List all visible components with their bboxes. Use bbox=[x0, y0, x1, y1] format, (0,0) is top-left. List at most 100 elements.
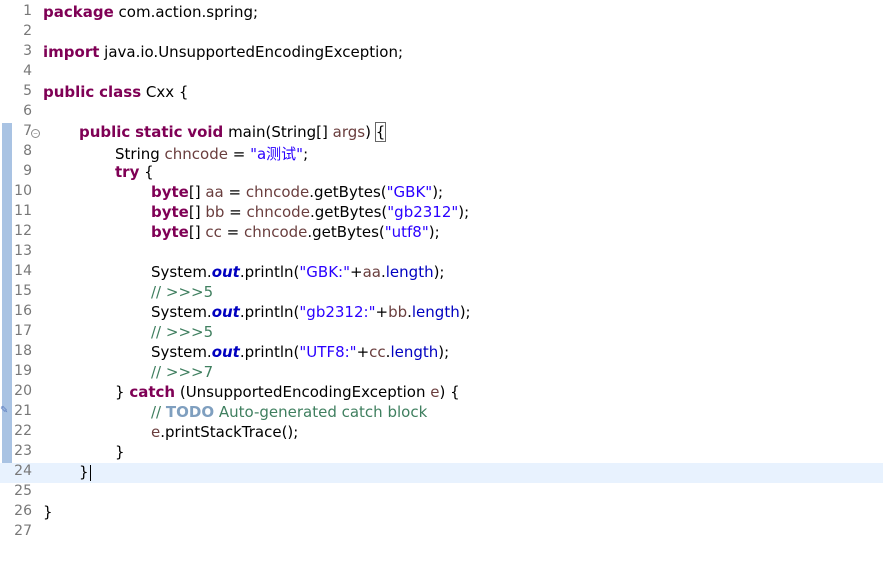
code-text: } bbox=[115, 383, 130, 401]
line-number: 7 bbox=[23, 123, 32, 139]
keyword: catch bbox=[129, 383, 176, 401]
keyword: byte bbox=[151, 183, 189, 201]
keyword: try bbox=[115, 163, 140, 181]
string-literal: "GBK" bbox=[386, 183, 433, 201]
code-text: = bbox=[224, 203, 247, 221]
line-number: 19 bbox=[14, 363, 32, 379]
code-line[interactable]: String chncode = "a测试"; bbox=[115, 143, 308, 164]
code-editor[interactable]: ✎ 1 2 3 4 5 6 7 8 9 10 11 12 13 14 15 16… bbox=[0, 0, 883, 561]
local-variable: chncode bbox=[246, 203, 310, 221]
comment: // bbox=[151, 403, 166, 421]
code-line[interactable]: public static void main(String[] args) { bbox=[79, 122, 387, 142]
string-literal: "UTF8:" bbox=[299, 343, 357, 361]
field: length bbox=[390, 343, 439, 361]
keyword: static bbox=[135, 123, 183, 141]
code-line[interactable]: System.out.println("gb2312:"+bb.length); bbox=[151, 303, 471, 321]
keyword: byte bbox=[151, 203, 189, 221]
code-text: = bbox=[221, 223, 244, 241]
code-text: .getBytes( bbox=[309, 203, 388, 221]
line-number: 20 bbox=[14, 383, 32, 399]
line-number: 6 bbox=[23, 103, 32, 119]
keyword: public bbox=[43, 83, 95, 101]
keyword: void bbox=[187, 123, 224, 141]
code-text: ; bbox=[303, 145, 309, 163]
field: length bbox=[411, 303, 460, 321]
comment-line[interactable]: // >>>7 bbox=[151, 363, 213, 381]
local-variable: aa bbox=[362, 263, 381, 281]
code-line[interactable]: } bbox=[79, 463, 91, 481]
code-text: com.action.spring; bbox=[113, 3, 259, 21]
code-text: .getBytes( bbox=[309, 183, 387, 201]
code-text: System. bbox=[151, 343, 212, 361]
current-line-highlight bbox=[0, 463, 883, 483]
code-text: java.io.UnsupportedEncodingException; bbox=[99, 43, 404, 61]
code-line[interactable]: import java.io.UnsupportedEncodingExcept… bbox=[43, 43, 403, 61]
code-text: .getBytes( bbox=[307, 223, 385, 241]
local-variable: bb bbox=[205, 203, 225, 221]
code-line[interactable]: } bbox=[43, 503, 53, 521]
line-number: 26 bbox=[14, 503, 32, 519]
line-number: 14 bbox=[14, 263, 32, 279]
code-text: ); bbox=[432, 183, 444, 201]
local-variable: cc bbox=[369, 343, 386, 361]
line-number: 13 bbox=[14, 243, 32, 259]
code-text: ) { bbox=[439, 383, 460, 401]
line-number: 22 bbox=[14, 423, 32, 439]
keyword: class bbox=[99, 83, 142, 101]
local-variable: cc bbox=[205, 223, 222, 241]
line-number: 17 bbox=[14, 323, 32, 339]
string-literal: "gb2312:" bbox=[299, 303, 376, 321]
line-number-gutter: 1 2 3 4 5 6 7 8 9 10 11 12 13 14 15 16 1… bbox=[0, 0, 40, 561]
code-text: { bbox=[139, 163, 154, 181]
code-line[interactable]: System.out.println("UTF8:"+cc.length); bbox=[151, 343, 449, 361]
code-text: String bbox=[115, 145, 165, 163]
code-line[interactable]: public class Cxx { bbox=[43, 83, 188, 101]
code-line[interactable]: package com.action.spring; bbox=[43, 3, 258, 21]
code-line[interactable]: } bbox=[115, 443, 125, 461]
code-text: + bbox=[375, 303, 389, 321]
code-line[interactable]: byte[] bb = chncode.getBytes("gb2312"); bbox=[151, 203, 469, 221]
code-line[interactable]: byte[] cc = chncode.getBytes("utf8"); bbox=[151, 223, 440, 241]
line-number: 11 bbox=[14, 203, 32, 219]
comment-line[interactable]: // >>>5 bbox=[151, 323, 213, 341]
code-text: + bbox=[350, 263, 363, 281]
string-literal: "gb2312" bbox=[387, 203, 459, 221]
code-line[interactable]: try { bbox=[115, 163, 154, 181]
field: length bbox=[385, 263, 434, 281]
code-text: .println( bbox=[239, 263, 300, 281]
line-number: 2 bbox=[23, 23, 32, 39]
code-text: [] bbox=[188, 183, 206, 201]
line-number: 25 bbox=[14, 483, 32, 499]
keyword: import bbox=[43, 43, 100, 61]
code-text: ) bbox=[365, 123, 376, 141]
code-line[interactable]: } catch (UnsupportedEncodingException e)… bbox=[115, 383, 460, 401]
line-number: 8 bbox=[23, 143, 32, 159]
text-caret bbox=[89, 464, 91, 481]
code-text: [] bbox=[188, 223, 206, 241]
code-line[interactable]: // TODO Auto-generated catch block bbox=[151, 403, 427, 421]
code-text: ); bbox=[458, 203, 470, 221]
comment: Auto-generated catch block bbox=[214, 403, 428, 421]
comment-line[interactable]: // >>>5 bbox=[151, 283, 213, 301]
parameter: args bbox=[332, 123, 366, 141]
code-line[interactable]: e.printStackTrace(); bbox=[151, 423, 298, 441]
code-text: } bbox=[43, 503, 53, 521]
code-line[interactable]: System.out.println("GBK:"+aa.length); bbox=[151, 263, 444, 281]
code-text: + bbox=[356, 343, 370, 361]
fold-collapse-icon[interactable]: − bbox=[31, 129, 40, 138]
code-text: .printStackTrace(); bbox=[160, 423, 299, 441]
line-number: 9 bbox=[23, 163, 32, 179]
local-variable: chncode bbox=[243, 223, 308, 241]
keyword: public bbox=[79, 123, 131, 141]
local-variable: aa bbox=[205, 183, 224, 201]
code-text: ); bbox=[433, 263, 445, 281]
string-literal: "utf8" bbox=[384, 223, 429, 241]
local-variable: chncode bbox=[164, 145, 228, 163]
code-text: = bbox=[223, 183, 246, 201]
line-number: 27 bbox=[14, 523, 32, 539]
code-text: } bbox=[79, 463, 89, 481]
code-line[interactable]: byte[] aa = chncode.getBytes("GBK"); bbox=[151, 183, 443, 201]
line-number: 24 bbox=[14, 463, 32, 479]
line-number: 1 bbox=[23, 3, 32, 19]
local-variable: bb bbox=[388, 303, 408, 321]
